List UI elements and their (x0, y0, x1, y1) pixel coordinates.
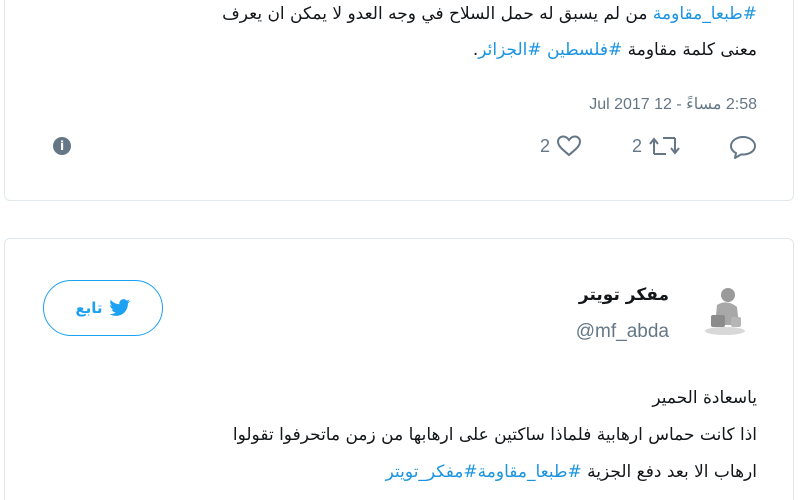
display-name[interactable]: مفكر تويتر (579, 285, 669, 305)
avatar[interactable] (697, 281, 753, 337)
hashtag-link[interactable]: #الجزائر (478, 40, 547, 60)
tweet-text: ارهاب الا بعد دفع الجزية (581, 462, 757, 482)
reply-icon (730, 136, 756, 159)
retweet-icon (649, 137, 680, 155)
tweet-text-line-3: ارهاب الا بعد دفع الجزية #طبعا_مقاومة#مف… (386, 456, 757, 488)
follow-button[interactable]: تابع (43, 280, 163, 336)
retweet-button[interactable]: 2 (632, 134, 682, 158)
page: #طبعا_مقاومة من لم يسبق له حمل السلاح في… (0, 0, 800, 500)
tweet-text: معنى كلمة مقاومة (622, 40, 757, 60)
hashtag-link[interactable]: #طبعا_مقاومة (653, 4, 757, 24)
tweet-text-line-1: #طبعا_مقاومة من لم يسبق له حمل السلاح في… (222, 0, 757, 30)
tweet-text: من لم يسبق له حمل السلاح في وجه العدو لا… (222, 4, 653, 24)
twitter-bird-icon (108, 299, 130, 316)
avatar-image (697, 281, 753, 337)
reply-button[interactable] (728, 134, 758, 160)
tweet-text-line-2: اذا كانت حماس ارهابية فلماذا ساكتين على … (232, 425, 757, 445)
tweet-actions: 2 2 (5, 134, 793, 164)
tweet-card-top: #طبعا_مقاومة من لم يسبق له حمل السلاح في… (4, 0, 794, 201)
hashtag-link[interactable]: #طبعا_مقاومة (478, 462, 582, 482)
like-button[interactable]: 2 (540, 134, 582, 158)
follow-label: تابع (75, 299, 103, 317)
user-handle[interactable]: @mf_abda (576, 321, 669, 343)
hashtag-link[interactable]: #فلسطين (547, 40, 622, 60)
hashtag-link[interactable]: #مفكر_تويتر (386, 462, 478, 482)
tweet-card-bottom: تابع مفكر تويتر @mf_abda ياسعادة الحمير … (4, 238, 794, 500)
tweet-text-line-1: ياسعادة الحمير (652, 388, 757, 408)
retweet-count: 2 (632, 135, 643, 156)
tweet-timestamp[interactable]: 2:58 مساءً - 12 Jul 2017 (589, 94, 757, 114)
tweet-text-line-2: معنى كلمة مقاومة #فلسطين #الجزائر. (473, 34, 757, 66)
like-count: 2 (540, 135, 551, 156)
heart-icon (557, 135, 582, 157)
